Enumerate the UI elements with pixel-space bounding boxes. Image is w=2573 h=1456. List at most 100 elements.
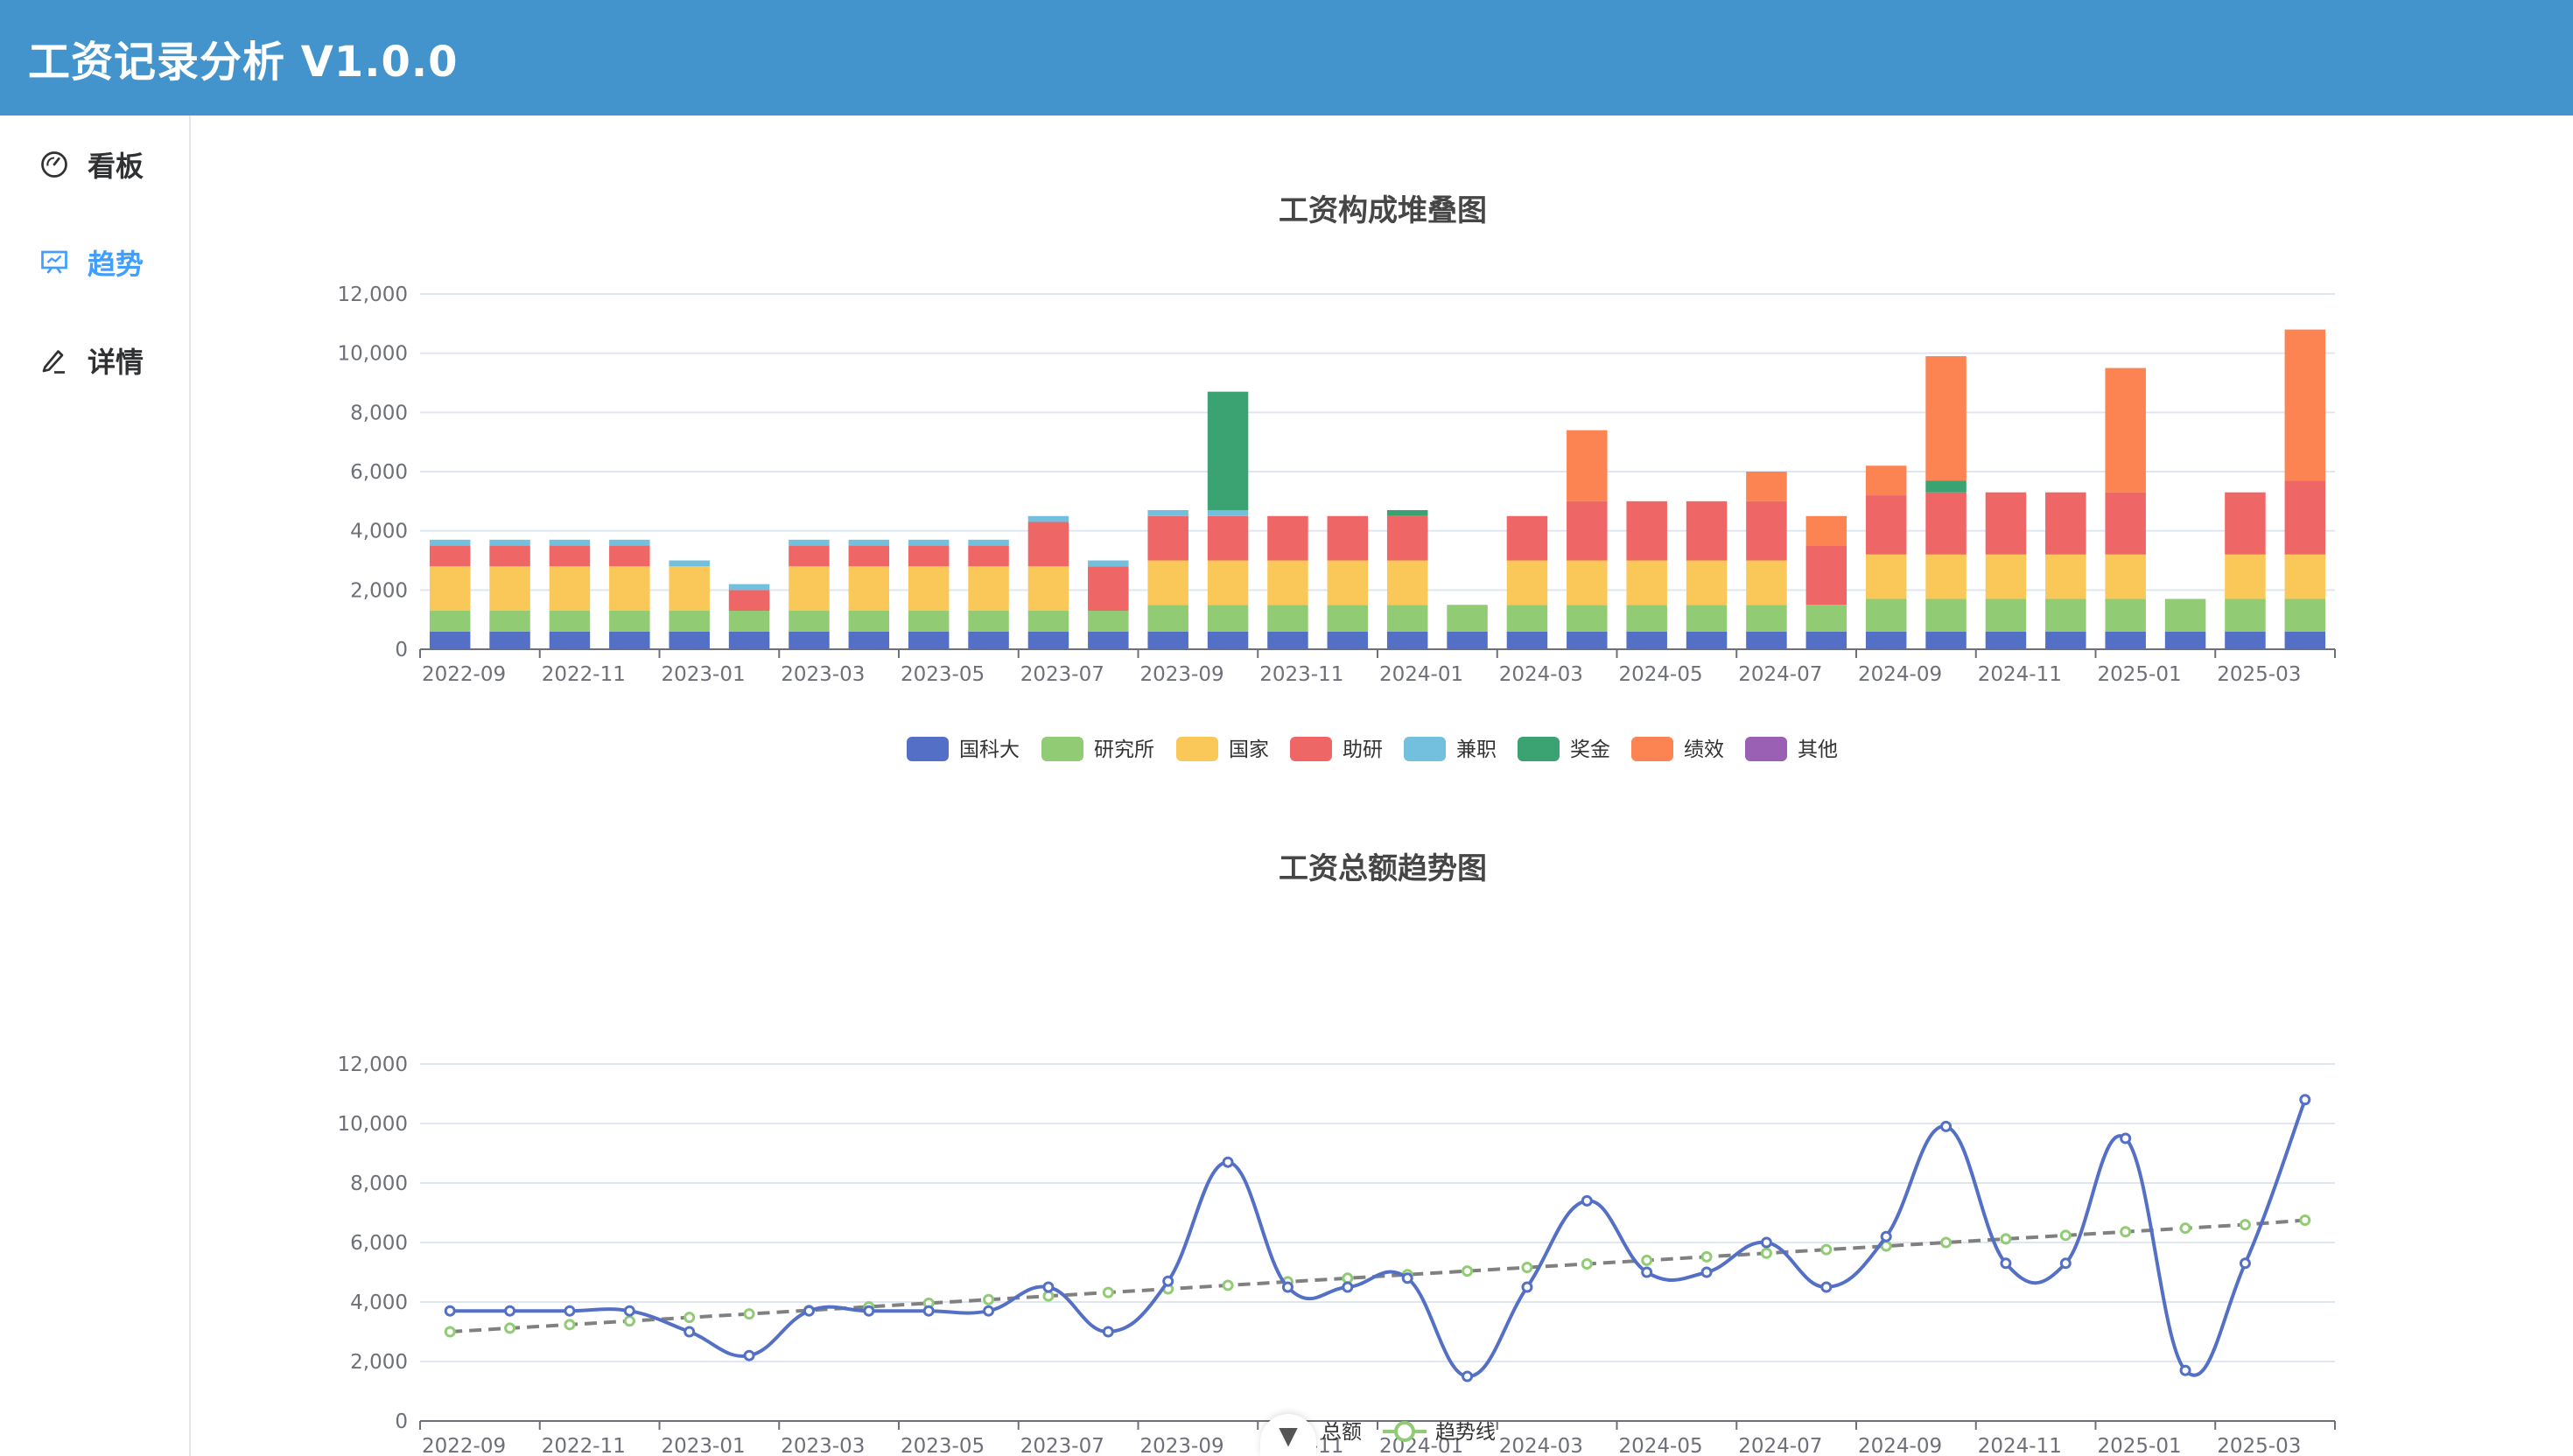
bar-segment[interactable]	[2225, 598, 2266, 632]
bar-segment[interactable]	[1386, 560, 1428, 606]
bar-segment[interactable]	[1985, 492, 2027, 555]
bar-segment[interactable]	[1147, 631, 1188, 649]
bar-segment[interactable]	[1746, 560, 1787, 606]
trend-point[interactable]	[444, 1326, 456, 1338]
trend-point[interactable]	[2179, 1222, 2191, 1235]
total-point[interactable]	[1581, 1194, 1593, 1207]
bar-segment[interactable]	[1147, 515, 1188, 561]
trend-point[interactable]	[1581, 1257, 1593, 1270]
bar-segment[interactable]	[1865, 495, 1907, 555]
legend-item[interactable]: 兼职	[1404, 737, 1497, 761]
bar-segment[interactable]	[1805, 545, 1847, 606]
bar-segment[interactable]	[489, 611, 530, 632]
total-point[interactable]	[684, 1326, 696, 1338]
bar-segment[interactable]	[2164, 631, 2206, 649]
bar-segment[interactable]	[1626, 500, 1667, 561]
legend-item[interactable]: 研究所	[1041, 737, 1154, 761]
trend-point[interactable]	[1820, 1243, 1833, 1256]
total-point[interactable]	[2179, 1364, 2191, 1376]
bar-segment[interactable]	[728, 590, 770, 612]
bar-segment[interactable]	[1207, 509, 1249, 516]
trend-point[interactable]	[1462, 1265, 1474, 1278]
bar-segment[interactable]	[1746, 605, 1787, 632]
bar-segment[interactable]	[2045, 492, 2086, 555]
bar-segment[interactable]	[789, 611, 830, 632]
total-point[interactable]	[2059, 1257, 2072, 1270]
total-point[interactable]	[623, 1305, 635, 1317]
total-point[interactable]	[444, 1305, 456, 1317]
total-point[interactable]	[803, 1305, 815, 1317]
trend-point[interactable]	[684, 1312, 696, 1324]
bar-segment[interactable]	[2225, 631, 2266, 649]
total-point[interactable]	[1042, 1281, 1055, 1293]
bar-segment[interactable]	[1805, 515, 1847, 546]
trend-point[interactable]	[983, 1293, 995, 1306]
bar-segment[interactable]	[2105, 368, 2146, 493]
bar-segment[interactable]	[609, 539, 650, 546]
bar-segment[interactable]	[968, 631, 1009, 649]
bar-segment[interactable]	[2284, 598, 2326, 632]
bar-segment[interactable]	[549, 611, 591, 632]
bar-segment[interactable]	[2284, 329, 2326, 481]
bar-segment[interactable]	[1506, 605, 1548, 632]
total-point[interactable]	[2239, 1257, 2251, 1270]
bar-segment[interactable]	[1327, 631, 1369, 649]
bar-segment[interactable]	[2225, 554, 2266, 599]
trend-point[interactable]	[1760, 1247, 1772, 1259]
bar-segment[interactable]	[489, 539, 530, 546]
trend-point[interactable]	[504, 1322, 516, 1334]
bar-segment[interactable]	[1686, 500, 1728, 561]
bar-segment[interactable]	[968, 545, 1009, 567]
total-point[interactable]	[863, 1305, 875, 1317]
total-point[interactable]	[1760, 1236, 1772, 1249]
bar-segment[interactable]	[1626, 560, 1667, 606]
bar-segment[interactable]	[1746, 631, 1787, 649]
bar-segment[interactable]	[1207, 560, 1249, 606]
bar-segment[interactable]	[1088, 611, 1129, 632]
trend-point[interactable]	[1641, 1254, 1653, 1266]
trend-point[interactable]	[743, 1308, 755, 1320]
bar-segment[interactable]	[2284, 480, 2326, 555]
trend-point[interactable]	[2120, 1226, 2132, 1238]
bar-segment[interactable]	[1207, 631, 1249, 649]
bar-segment[interactable]	[1925, 598, 1967, 632]
total-point[interactable]	[1462, 1370, 1474, 1382]
sidebar-item-detail[interactable]: 详情	[39, 334, 144, 387]
bar-segment[interactable]	[1207, 515, 1249, 561]
bar-segment[interactable]	[1686, 605, 1728, 632]
bar-segment[interactable]	[1567, 500, 1608, 561]
bar-segment[interactable]	[669, 631, 710, 649]
bar-segment[interactable]	[1925, 631, 1967, 649]
bar-segment[interactable]	[728, 584, 770, 591]
bar-segment[interactable]	[2284, 554, 2326, 599]
bar-segment[interactable]	[1506, 631, 1548, 649]
bar-segment[interactable]	[1147, 605, 1188, 632]
bar-segment[interactable]	[1327, 515, 1369, 561]
bar-segment[interactable]	[2045, 631, 2086, 649]
bar-segment[interactable]	[1207, 391, 1249, 510]
bar-segment[interactable]	[908, 539, 950, 546]
bar-segment[interactable]	[2284, 631, 2326, 649]
bar-segment[interactable]	[549, 566, 591, 612]
bar-segment[interactable]	[2105, 554, 2146, 599]
bar-segment[interactable]	[1027, 515, 1069, 522]
bar-segment[interactable]	[2045, 598, 2086, 632]
bar-segment[interactable]	[2225, 492, 2266, 555]
legend-item[interactable]: 趋势线	[1383, 1421, 1496, 1444]
total-point[interactable]	[1820, 1281, 1833, 1293]
total-point[interactable]	[1880, 1230, 1892, 1242]
bar-segment[interactable]	[1447, 605, 1488, 632]
bar-segment[interactable]	[848, 545, 890, 567]
total-point[interactable]	[983, 1305, 995, 1317]
legend-item[interactable]: 国科大	[907, 737, 1020, 761]
bar-segment[interactable]	[1147, 560, 1188, 606]
bar-segment[interactable]	[1865, 554, 1907, 599]
bar-segment[interactable]	[429, 566, 471, 612]
bar-segment[interactable]	[1027, 631, 1069, 649]
bar-segment[interactable]	[1746, 472, 1787, 501]
bar-segment[interactable]	[1925, 356, 1967, 481]
bar-segment[interactable]	[1088, 631, 1129, 649]
bar-segment[interactable]	[1686, 560, 1728, 606]
total-point[interactable]	[1401, 1272, 1413, 1284]
bar-segment[interactable]	[789, 545, 830, 567]
